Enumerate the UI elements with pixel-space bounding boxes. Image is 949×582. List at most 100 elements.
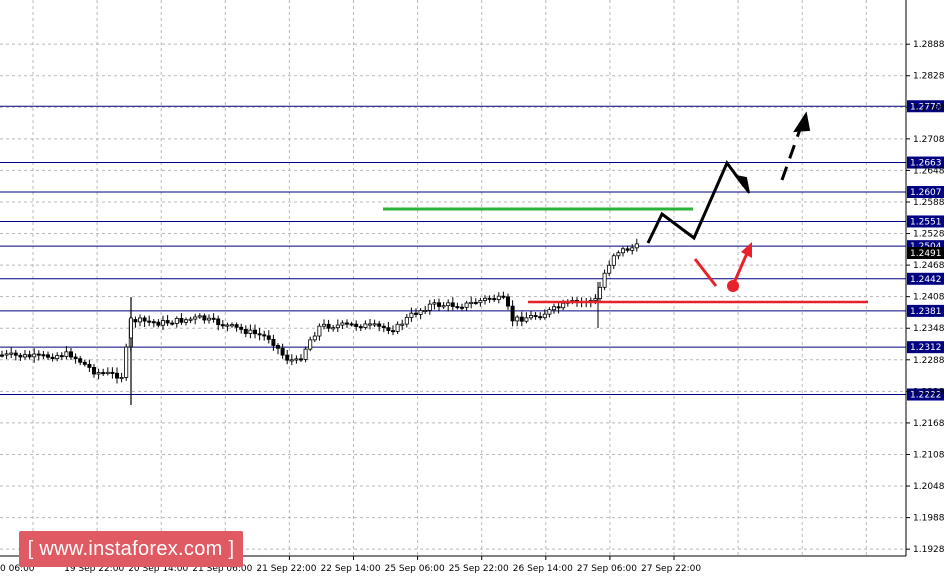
candle-body bbox=[202, 315, 207, 321]
candle-body bbox=[505, 296, 510, 307]
candle-body bbox=[252, 329, 257, 335]
candle-body bbox=[55, 355, 60, 360]
y-tick-label: 1.2828 bbox=[913, 72, 945, 82]
candle-body bbox=[326, 323, 331, 329]
current-price-label: 1.2491 bbox=[910, 249, 942, 259]
candle-body bbox=[561, 302, 566, 309]
candle-body bbox=[129, 317, 133, 339]
candle-body bbox=[266, 335, 271, 340]
candle-body bbox=[634, 243, 639, 249]
candle-body bbox=[349, 323, 354, 326]
candle-body bbox=[354, 323, 359, 327]
candle-body bbox=[9, 352, 14, 355]
x-tick-label: 25 Sep 06:00 bbox=[385, 564, 445, 574]
candle-body bbox=[92, 367, 97, 375]
candle-body bbox=[179, 317, 184, 323]
candle-body bbox=[427, 303, 432, 311]
candle-body bbox=[423, 310, 428, 313]
candle-body bbox=[593, 298, 598, 301]
candle-body bbox=[607, 264, 612, 274]
y-tick-label: 1.2408 bbox=[913, 293, 945, 303]
candle-body bbox=[243, 329, 248, 334]
y-tick-label: 1.2168 bbox=[913, 419, 945, 429]
x-tick-label: 27 Sep 06:00 bbox=[577, 564, 637, 574]
candle-body bbox=[473, 301, 478, 304]
candle-body bbox=[303, 348, 308, 360]
x-tick-label: 27 Sep 22:00 bbox=[641, 564, 701, 574]
candle-body bbox=[413, 312, 418, 315]
candle-body bbox=[519, 316, 524, 322]
candle-body bbox=[13, 352, 18, 356]
candle-body bbox=[225, 324, 230, 327]
y-tick-label: 1.2708 bbox=[913, 135, 945, 145]
chart-grid bbox=[0, 0, 906, 556]
candle-body bbox=[331, 327, 336, 330]
candle-body bbox=[602, 272, 607, 288]
candle-body bbox=[234, 324, 239, 328]
candle-body bbox=[598, 286, 603, 300]
candle-body bbox=[142, 317, 147, 322]
forecast-annotations bbox=[383, 111, 868, 304]
candle-body bbox=[197, 315, 202, 318]
forecast-arrowhead-icon bbox=[733, 174, 750, 194]
candle-body bbox=[409, 312, 414, 318]
candle-body bbox=[400, 323, 405, 326]
candle-body bbox=[32, 353, 37, 358]
candle-body bbox=[289, 359, 294, 362]
candle-body bbox=[27, 354, 32, 358]
candle-body bbox=[156, 321, 161, 326]
alt-path-down bbox=[693, 258, 718, 287]
candle-body bbox=[556, 306, 561, 309]
candle-body bbox=[459, 306, 464, 309]
candle-body bbox=[621, 248, 626, 254]
candle-body bbox=[317, 325, 322, 337]
candle-body bbox=[294, 358, 299, 361]
x-tick-label: 22 Sep 14:00 bbox=[321, 564, 381, 574]
level-label: 1.2442 bbox=[910, 275, 942, 285]
candle-body bbox=[335, 324, 340, 329]
candle-body bbox=[538, 316, 543, 319]
candle-body bbox=[124, 346, 129, 378]
y-tick-label: 1.2288 bbox=[913, 356, 945, 366]
candle-body bbox=[36, 353, 41, 356]
candle-body bbox=[183, 319, 188, 323]
candle-body bbox=[630, 247, 635, 251]
level-label: 1.2312 bbox=[910, 343, 942, 353]
candle-body bbox=[220, 324, 225, 327]
candle-body bbox=[386, 327, 391, 331]
candle-body bbox=[450, 302, 455, 307]
y-tick-label: 1.2588 bbox=[913, 198, 945, 208]
candle-body bbox=[377, 323, 382, 327]
price-chart: 1.27701.26631.26071.25511.25041.24421.23… bbox=[0, 0, 945, 574]
candle-body bbox=[492, 298, 497, 301]
candle-body bbox=[478, 300, 483, 304]
candle-body bbox=[133, 319, 138, 323]
candle-body bbox=[69, 351, 74, 358]
candle-body bbox=[395, 323, 400, 332]
candle-body bbox=[372, 323, 377, 326]
candle-body bbox=[542, 313, 547, 319]
candle-body bbox=[510, 305, 515, 322]
candle-body bbox=[82, 361, 87, 365]
y-tick-label: 1.2528 bbox=[913, 230, 945, 240]
candle-body bbox=[41, 354, 46, 357]
candle-body bbox=[625, 248, 630, 251]
candle-body bbox=[390, 330, 395, 333]
candle-body bbox=[110, 371, 115, 374]
candle-body bbox=[515, 316, 520, 322]
y-tick-label: 1.2108 bbox=[913, 450, 945, 460]
candle-body bbox=[464, 302, 469, 308]
candle-body bbox=[524, 317, 529, 322]
candle-body bbox=[101, 372, 106, 375]
candle-body bbox=[211, 317, 216, 320]
candle-body bbox=[22, 354, 27, 358]
candle-body bbox=[381, 325, 386, 329]
level-label: 1.2381 bbox=[910, 307, 942, 317]
y-tick-label: 1.2228 bbox=[913, 387, 945, 397]
alt-path-up bbox=[732, 250, 750, 284]
candle-body bbox=[547, 309, 552, 315]
candle-body bbox=[73, 356, 78, 360]
candle-body bbox=[321, 323, 326, 327]
candle-body bbox=[363, 323, 368, 328]
candle-body bbox=[418, 310, 423, 315]
